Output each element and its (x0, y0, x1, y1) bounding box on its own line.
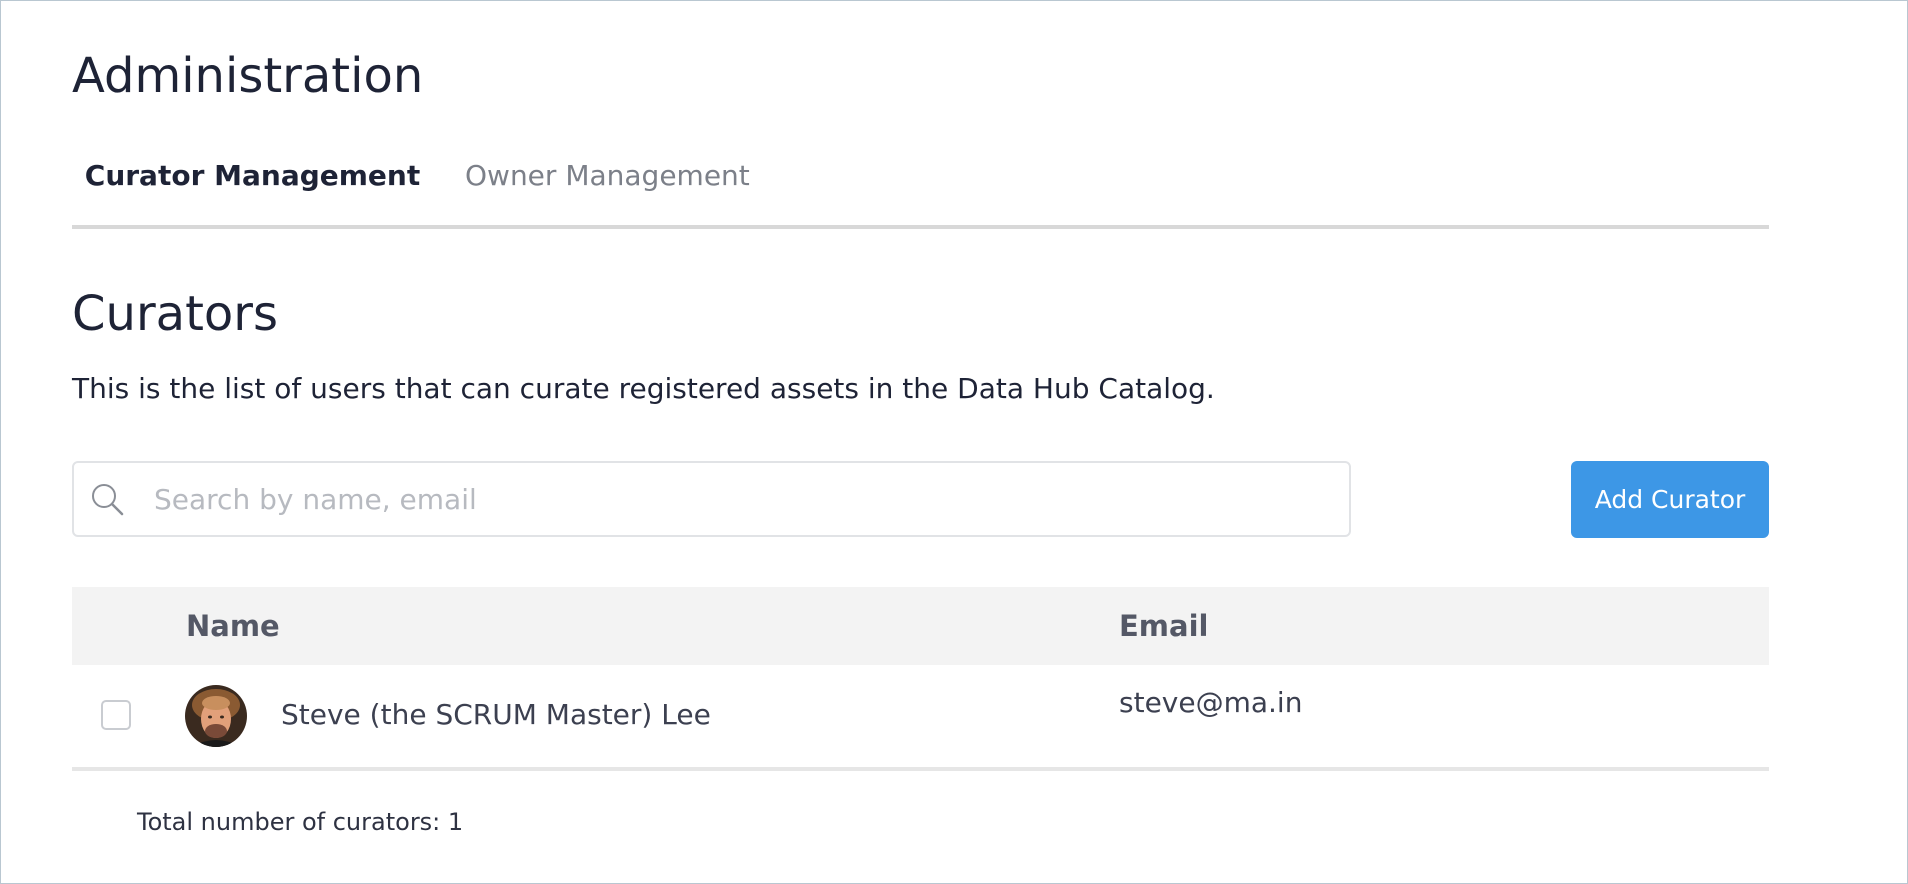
tab-curator-management[interactable]: Curator Management (72, 141, 433, 229)
column-header-email[interactable]: Email (1119, 587, 1208, 665)
section-description: This is the list of users that can curat… (72, 372, 1215, 405)
row-select-checkbox[interactable] (101, 700, 131, 730)
search-input[interactable] (154, 463, 1334, 535)
admin-page: Administration Curator Management Owner … (0, 0, 1908, 884)
curators-table: Name Email Steve (the SCRUM Master) Lee … (72, 587, 1769, 771)
section-title: Curators (72, 286, 279, 342)
table-header: Name Email (72, 587, 1769, 665)
avatar (185, 685, 247, 747)
search-box (72, 461, 1351, 537)
tab-owner-management[interactable]: Owner Management (465, 141, 750, 225)
column-header-name[interactable]: Name (186, 587, 280, 665)
table-row: Steve (the SCRUM Master) Lee steve@ma.in (72, 665, 1769, 771)
curator-email: steve@ma.in (1119, 686, 1303, 719)
total-count: Total number of curators: 1 (137, 808, 464, 836)
curator-name: Steve (the SCRUM Master) Lee (281, 698, 711, 731)
tab-label: Owner Management (465, 159, 750, 192)
avatar-photo (185, 685, 247, 747)
tab-label: Curator Management (84, 159, 421, 192)
search-icon (92, 484, 124, 516)
tab-divider (72, 225, 1769, 229)
page-title: Administration (72, 48, 424, 104)
add-curator-button[interactable]: Add Curator (1571, 461, 1769, 538)
tab-bar: Curator Management Owner Management (72, 141, 1769, 229)
